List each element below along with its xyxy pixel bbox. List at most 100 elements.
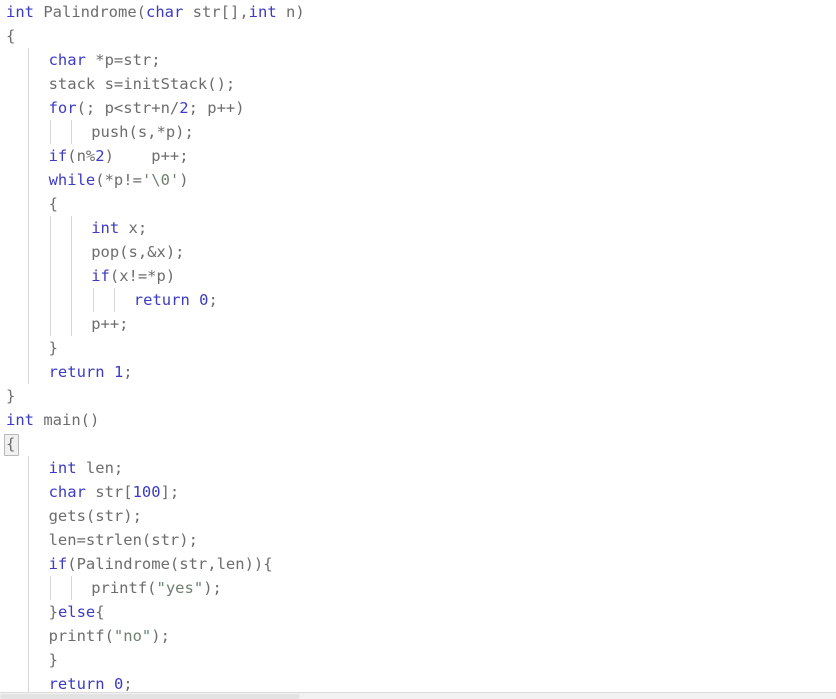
code-token-plain: main() [34,411,100,429]
horizontal-scrollbar-thumb[interactable] [0,694,300,699]
code-token-num: 1 [113,363,124,381]
indent-guide-line [49,240,51,264]
code-line-text: } [6,387,15,405]
code-line[interactable]: int x; [0,216,836,240]
indent-guide-line [49,312,51,336]
code-line[interactable]: printf("no"); [0,624,836,648]
code-line[interactable]: if(n%2) p++; [0,144,836,168]
indent-guide-line [28,672,29,692]
code-token-plain: { [6,27,16,45]
code-line[interactable]: }else{ [0,600,836,624]
code-line[interactable]: len=strlen(str); [0,528,836,552]
code-line-text: push(s,*p); [91,123,194,141]
code-line-text: stack s=initStack(); [49,75,236,93]
code-line[interactable]: if(x!=*p) [0,264,836,288]
code-token-str: "no" [113,627,152,645]
code-token-plain: len; [76,459,124,477]
code-line[interactable]: for(; p<str+n/2; p++) [0,96,836,120]
code-token-kw: char [146,3,184,21]
code-token-plain: *p=str; [85,51,161,69]
code-editor[interactable]: int Palindrome(char str[],int n) { char *p… [0,0,836,699]
code-line[interactable]: { [0,432,836,456]
indent-guide-line [28,168,29,192]
code-line-text: gets(str); [49,507,142,525]
code-line-text: int x; [91,219,147,237]
code-line-text: printf("yes"); [91,579,222,597]
code-line[interactable]: char str[100]; [0,480,836,504]
indent-guide-line [28,504,29,528]
code-line[interactable]: return 0; [0,288,836,312]
code-token-kw: if [48,147,68,165]
code-token-plain: ( [136,3,147,21]
indent-guide-line [28,456,29,480]
code-token-kw: char [48,51,86,69]
code-line[interactable]: return 0; [0,672,836,692]
code-token-plain: n) [276,3,305,21]
code-line-text: if(n%2) p++; [49,147,189,165]
indent-guide-line [28,648,29,672]
code-line[interactable]: } [0,648,836,672]
indent-guide-line [49,216,51,240]
indent-guide-line [71,264,72,288]
code-line[interactable]: stack s=initStack(); [0,72,836,96]
code-line[interactable]: { [0,24,836,48]
code-line[interactable]: char *p=str; [0,48,836,72]
code-token-plain: ); [151,627,170,645]
code-token-kw: for [48,99,77,117]
code-token-plain: ); [203,579,222,597]
code-line[interactable]: while(*p!='\0') [0,168,836,192]
code-token-plain: ) [179,171,189,189]
code-line[interactable]: if(Palindrome(str,len)){ [0,552,836,576]
code-line-text: int main() [6,411,99,429]
code-line-text: if(Palindrome(str,len)){ [49,555,273,573]
code-line[interactable]: p++; [0,312,836,336]
code-line[interactable]: printf("yes"); [0,576,836,600]
code-token-kw: int [6,411,34,429]
code-token-kw: while [48,171,96,189]
code-text-area[interactable]: int Palindrome(char str[],int n) { char *p… [0,0,836,692]
indent-guide-line [71,120,72,144]
code-token-kw: int [91,219,120,237]
code-token-plain: (Palindrome(str,len)){ [67,555,273,573]
code-line-text: while(*p!='\0') [49,171,189,189]
code-token-plain: (n% [67,147,96,165]
code-token-kw: return [48,363,105,381]
code-token-num: 0 [113,675,124,692]
code-line-text: return 0; [134,291,218,309]
indent-guide-line [71,288,72,312]
code-line[interactable]: return 1; [0,360,836,384]
indent-guide-line [28,312,29,336]
code-token-plain: push(s,*p); [91,123,194,141]
code-line[interactable]: int Palindrome(char str[],int n) [0,0,836,24]
indent-guide-line [28,216,29,240]
code-line[interactable]: } [0,384,836,408]
code-token-kw: if [48,555,68,573]
code-line[interactable]: int main() [0,408,836,432]
indent-guide-line [49,288,51,312]
indent-guide-line [28,600,29,624]
code-line[interactable]: int len; [0,456,836,480]
code-token-plain: printf( [91,579,157,597]
code-line-text: len=strlen(str); [49,531,198,549]
code-line-text: return 0; [49,675,133,692]
horizontal-scrollbar[interactable] [0,692,836,699]
code-token-plain: ; p++) [188,99,245,117]
code-line[interactable]: pop(s,&x); [0,240,836,264]
code-token-kw: if [91,267,110,285]
code-line[interactable]: { [0,192,836,216]
code-line[interactable]: push(s,*p); [0,120,836,144]
code-line-text: if(x!=*p) [91,267,175,285]
code-line-text: int Palindrome(char str[],int n) [6,3,305,21]
indent-guide-line [114,288,115,312]
indent-guide-line [28,552,29,576]
code-line[interactable]: gets(str); [0,504,836,528]
indent-guide-line [28,240,29,264]
code-line[interactable]: } [0,336,836,360]
indent-guide-line [28,528,29,552]
code-token-plain: { [48,195,58,213]
code-line-text: } [49,651,58,669]
code-line-text: int len; [49,459,124,477]
code-token-plain: str[], [183,3,249,21]
